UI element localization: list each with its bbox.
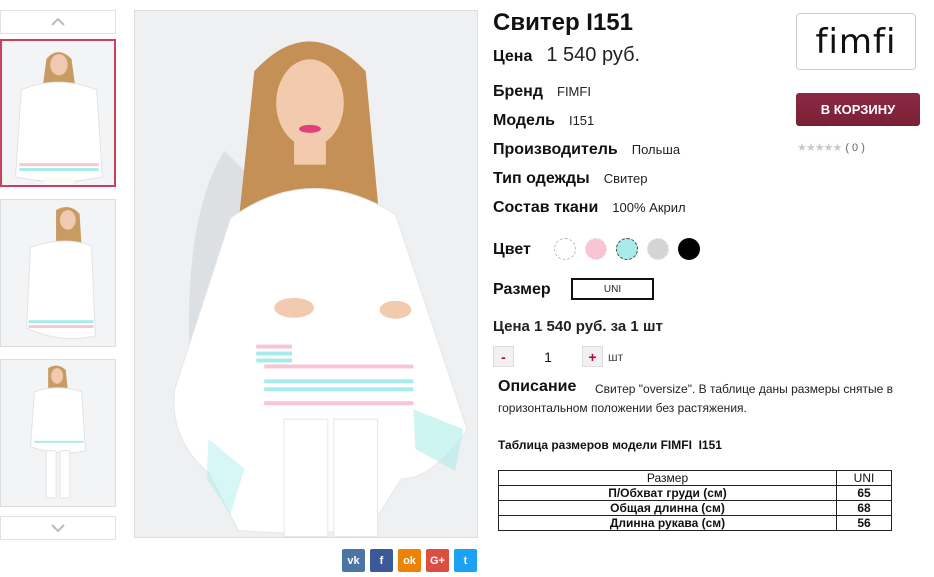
attr-label: Бренд — [493, 83, 543, 100]
price-label: Цена — [493, 48, 533, 65]
attr-label: Производитель — [493, 141, 618, 158]
model-front-image — [2, 41, 114, 185]
size-label: Размер — [493, 281, 551, 298]
price-row: Цена 1 540 руб. — [493, 44, 640, 67]
color-swatch-black[interactable] — [678, 238, 700, 260]
price-value: 1 540 руб. — [546, 44, 641, 66]
facebook-icon[interactable]: f — [370, 549, 393, 572]
table-cell: 56 — [836, 515, 892, 531]
table-row: П/Обхват груди (см) 65 — [498, 485, 892, 501]
product-title: Свитер I151 — [493, 9, 633, 36]
attr-value: FIMFI — [557, 84, 591, 99]
attr-manufacturer: Производитель Польша — [493, 141, 680, 159]
attr-fabric: Состав ткани 100% Акрил — [493, 199, 686, 217]
attr-value: Свитер — [603, 171, 648, 186]
table-header-row: Размер UNI — [498, 470, 892, 486]
gallery-down-button[interactable] — [0, 516, 116, 540]
thumbnail-2[interactable] — [0, 199, 116, 347]
brand-logo[interactable]: fimfi — [796, 13, 916, 70]
social-share-bar: vk f ok G+ t — [342, 549, 477, 572]
color-swatch-gray[interactable] — [647, 238, 669, 260]
size-option-uni[interactable]: UNI — [571, 278, 654, 300]
color-label: Цвет — [493, 241, 531, 258]
attr-label: Модель — [493, 112, 555, 129]
table-row: Общая длинна (см) 68 — [498, 500, 892, 516]
google-plus-icon[interactable]: G+ — [426, 549, 449, 572]
quantity-value[interactable]: 1 — [514, 349, 582, 365]
color-row: Цвет — [493, 241, 531, 259]
description-text: Свитер "oversize". В таблице даны размер… — [498, 382, 893, 415]
thumbnail-3[interactable] — [0, 359, 116, 507]
color-swatch-pink[interactable] — [585, 238, 607, 260]
size-table: Размер UNI П/Обхват груди (см) 65 Общая … — [498, 470, 892, 531]
table-row: Длинна рукава (см) 56 — [498, 515, 892, 531]
add-to-cart-button[interactable]: В КОРЗИНУ — [796, 93, 920, 126]
color-swatch-white[interactable] — [554, 238, 576, 260]
attr-label: Состав ткани — [493, 199, 599, 216]
odnoklassniki-icon[interactable]: ok — [398, 549, 421, 572]
price-per-unit: Цена 1 540 руб. за 1 шт — [493, 318, 663, 335]
attr-value: Польша — [631, 142, 681, 157]
attr-value: 100% Акрил — [612, 200, 686, 215]
size-table-title: Таблица размеров модели FIMFI I151 — [498, 438, 722, 452]
attr-brand: Бренд FIMFI — [493, 83, 591, 101]
size-row: Размер — [493, 281, 551, 299]
table-header: UNI — [836, 470, 892, 486]
thumbnail-gallery — [0, 8, 118, 540]
star-rating-icon: ★★★★★ — [797, 142, 842, 154]
main-product-image[interactable] — [134, 10, 478, 538]
attr-value: I151 — [568, 113, 595, 128]
rating-count: ( 0 ) — [845, 141, 865, 154]
table-cell: 68 — [836, 500, 892, 516]
chevron-down-icon — [51, 524, 65, 533]
attr-label: Тип одежды — [493, 170, 590, 187]
model-sweater-photo — [135, 11, 477, 537]
quantity-plus-button[interactable]: + — [582, 346, 603, 367]
rating[interactable]: ★★★★★ ( 0 ) — [797, 141, 865, 155]
model-full-body-image — [1, 360, 115, 506]
table-cell: Общая длинна (см) — [498, 500, 837, 516]
vk-icon[interactable]: vk — [342, 549, 365, 572]
quantity-minus-button[interactable]: - — [493, 346, 514, 367]
attr-clothing-type: Тип одежды Свитер — [493, 170, 648, 188]
table-cell: Длинна рукава (см) — [498, 515, 837, 531]
table-cell: 65 — [836, 485, 892, 501]
table-header: Размер — [498, 470, 837, 486]
quantity-unit: шт — [608, 349, 624, 364]
color-swatches — [554, 238, 700, 260]
chevron-up-icon — [51, 17, 65, 26]
quantity-stepper: - 1 + шт — [493, 346, 623, 367]
gallery-up-button[interactable] — [0, 10, 116, 34]
thumbnail-1[interactable] — [0, 39, 116, 187]
table-cell: П/Обхват груди (см) — [498, 485, 837, 501]
twitter-icon[interactable]: t — [454, 549, 477, 572]
model-side-image — [1, 200, 115, 346]
attr-model: Модель I151 — [493, 112, 594, 130]
color-swatch-mint-selected[interactable] — [616, 238, 638, 260]
